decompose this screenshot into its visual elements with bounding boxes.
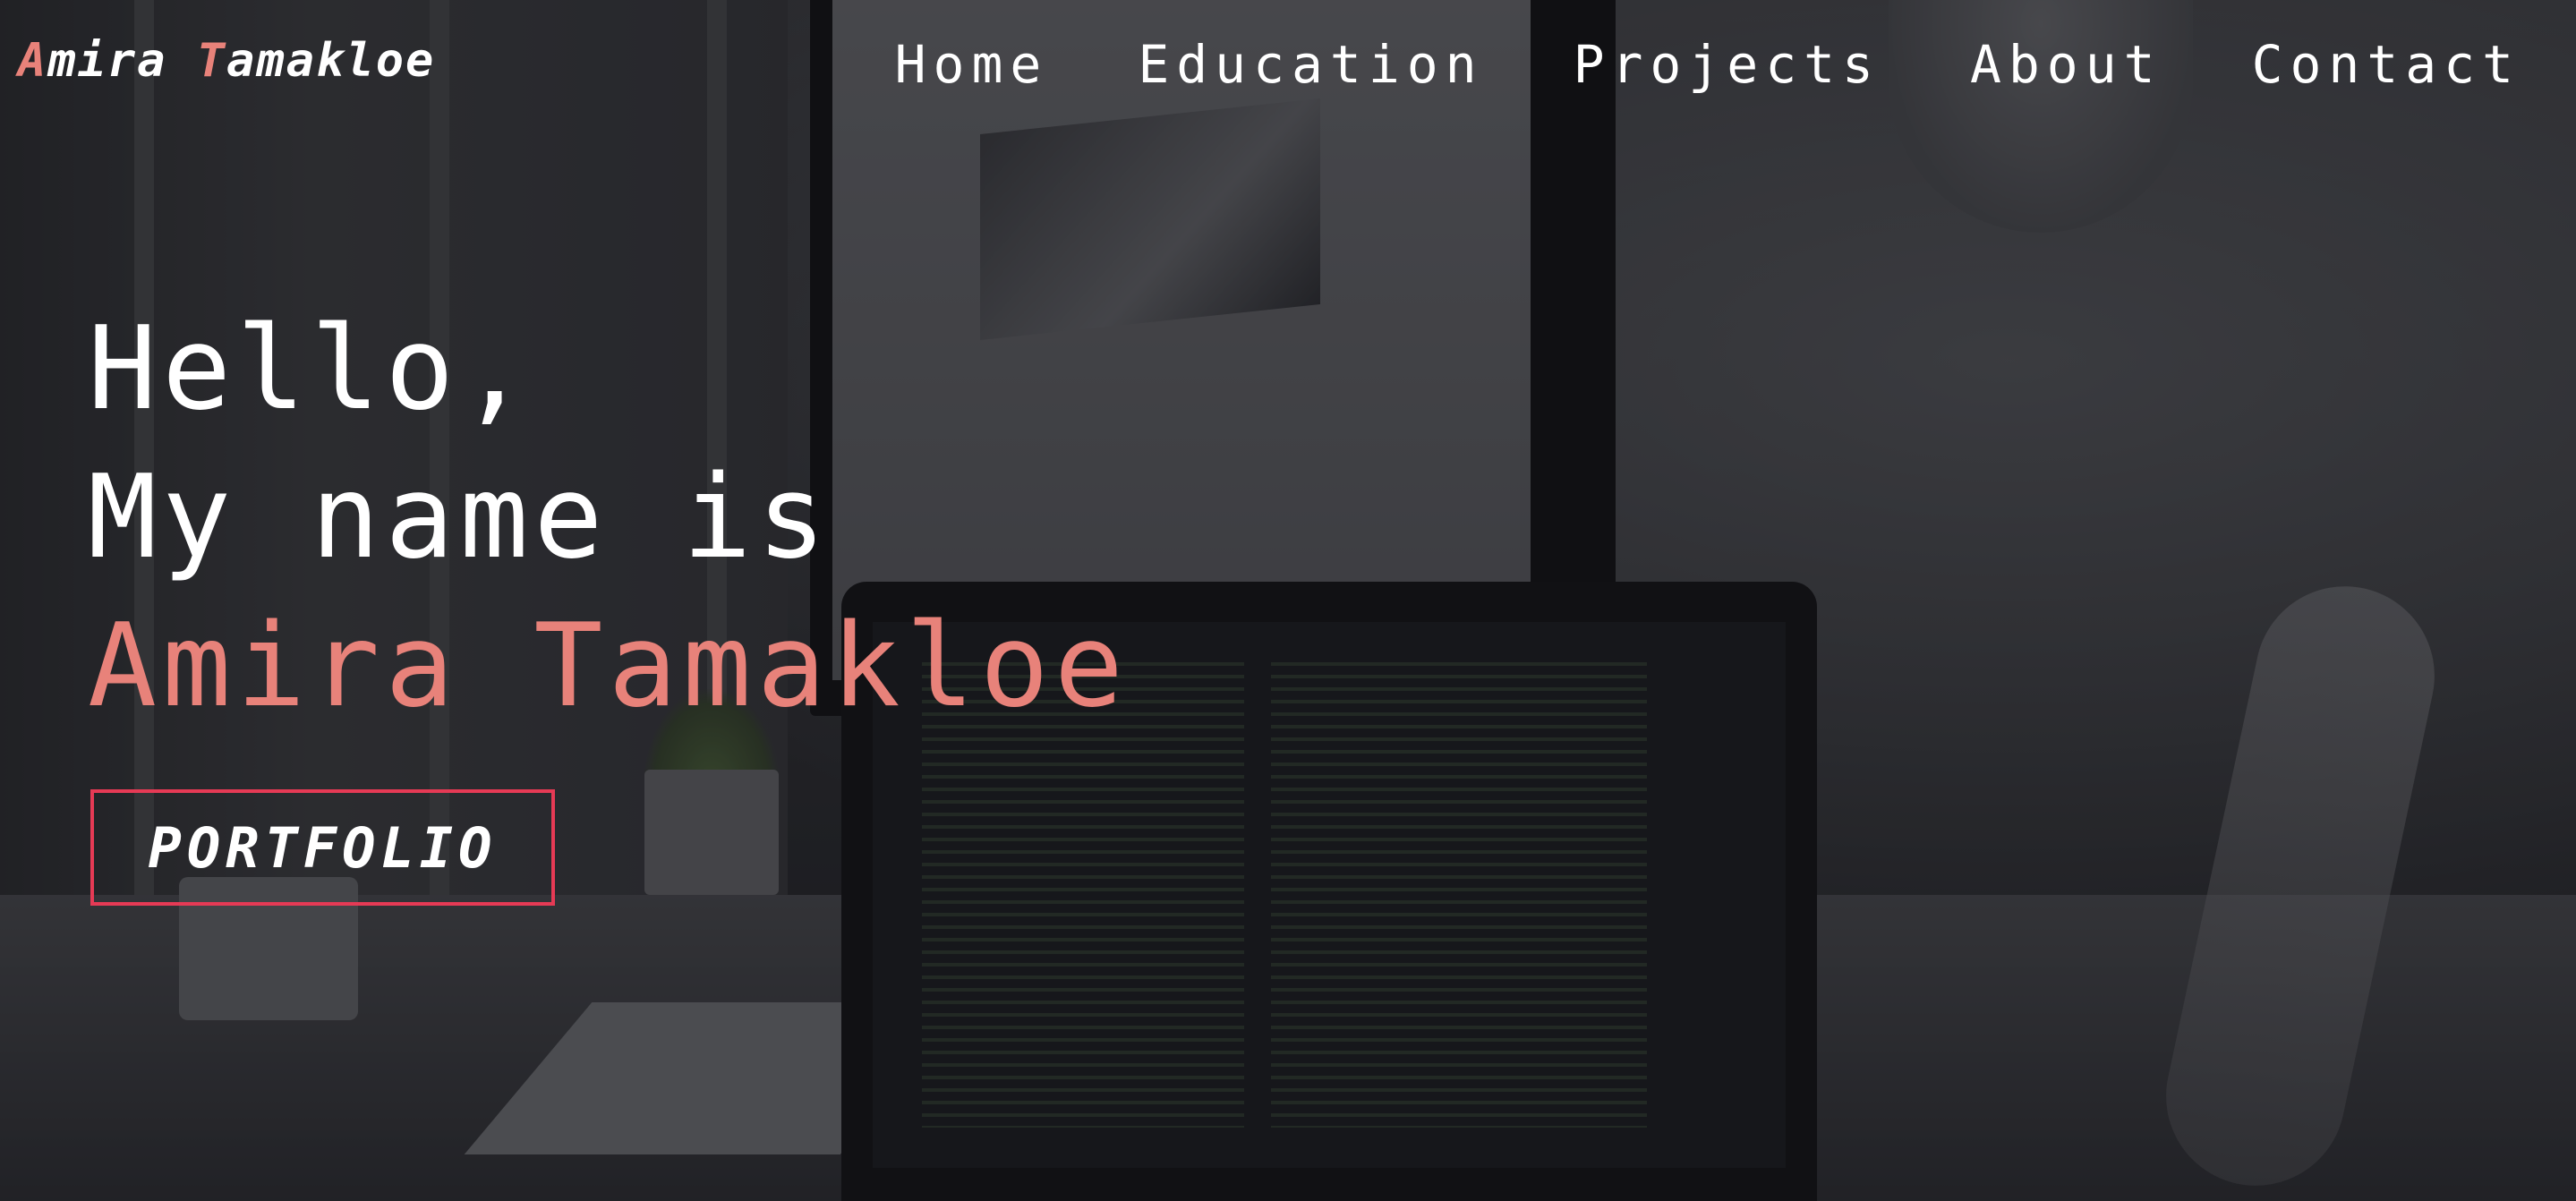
nav-links: Home Education Projects About Contact <box>806 34 2521 95</box>
site-logo[interactable]: Amira Tamakloe <box>18 34 435 88</box>
nav-contact[interactable]: Contact <box>2252 34 2521 95</box>
hero-intro-line: My name is <box>88 451 832 584</box>
nav-education[interactable]: Education <box>1138 34 1483 95</box>
nav-about[interactable]: About <box>1970 34 2162 95</box>
portfolio-button[interactable]: PORTFOLIO <box>90 789 555 906</box>
nav-home[interactable]: Home <box>895 34 1049 95</box>
hero-greeting: Hello, <box>88 302 534 436</box>
hero-name: Amira Tamakloe <box>88 600 1129 733</box>
hero-section: Amira Tamakloe Home Education Projects A… <box>0 0 2576 1201</box>
nav-projects[interactable]: Projects <box>1574 34 1881 95</box>
top-navbar: Amira Tamakloe Home Education Projects A… <box>0 0 2576 134</box>
hero-intro: Hello, My name is Amira Tamakloe <box>88 295 1129 741</box>
